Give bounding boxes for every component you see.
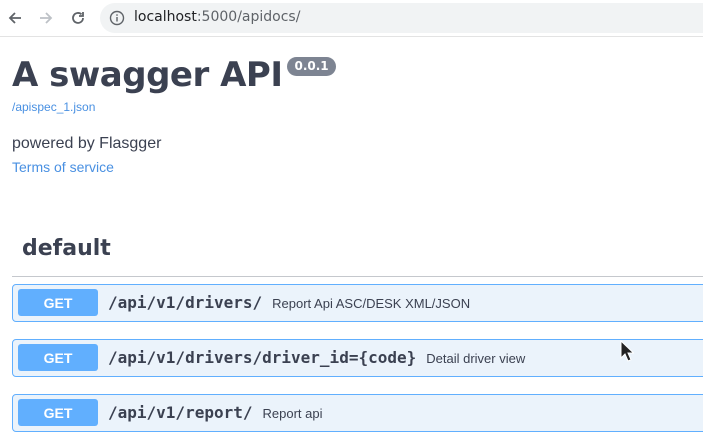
api-description: powered by Flasgger: [12, 135, 162, 152]
operation-path-row: /api/v1/report/Report api: [108, 403, 322, 422]
url-path: :5000/apidocs/: [196, 9, 301, 25]
method-badge: GET: [18, 289, 98, 316]
operation-path-row: /api/v1/drivers/driver_id={code} Detail d…: [108, 348, 525, 367]
method-badge: GET: [18, 399, 98, 426]
url-host: localhost: [134, 9, 197, 25]
operation-get-drivers[interactable]: GET /api/v1/drivers/Report Api ASC/DESK …: [12, 284, 703, 322]
back-button[interactable]: [3, 6, 27, 30]
reload-icon: [70, 10, 86, 26]
tag-name: default: [22, 236, 111, 261]
operation-summary: Detail driver view: [426, 351, 526, 366]
operation-summary: Report Api ASC/DESK XML/JSON: [272, 296, 471, 311]
operation-path-row: /api/v1/drivers/Report Api ASC/DESK XML/…: [108, 293, 470, 312]
browser-toolbar: localhost:5000/apidocs/: [0, 0, 703, 37]
operation-path: /api/v1/report/: [108, 403, 253, 422]
terms-of-service-link[interactable]: Terms of service: [12, 159, 114, 175]
version-badge: 0.0.1: [287, 57, 336, 76]
url-text[interactable]: localhost:5000/apidocs/: [134, 9, 300, 25]
spec-link[interactable]: /apispec_1.json: [12, 100, 95, 114]
mouse-cursor-icon: [620, 339, 635, 362]
forward-button[interactable]: [34, 6, 58, 30]
operation-get-report[interactable]: GET /api/v1/report/Report api: [12, 394, 703, 432]
address-bar[interactable]: localhost:5000/apidocs/: [100, 3, 703, 33]
arrow-left-icon: [7, 10, 23, 26]
method-badge: GET: [18, 344, 98, 371]
operation-path: /api/v1/drivers/driver_id={code}: [108, 348, 417, 367]
reload-button[interactable]: [66, 6, 90, 30]
info-icon[interactable]: [109, 10, 125, 26]
tag-header-default[interactable]: default: [12, 230, 703, 277]
operation-summary: Report api: [262, 406, 323, 421]
arrow-right-icon: [38, 10, 54, 26]
api-title: A swagger API: [12, 55, 283, 95]
operation-get-driver-detail[interactable]: GET /api/v1/drivers/driver_id={code} Deta…: [12, 339, 703, 377]
operation-path: /api/v1/drivers/: [108, 293, 263, 312]
api-title-row: A swagger API 0.0.1: [12, 54, 336, 96]
